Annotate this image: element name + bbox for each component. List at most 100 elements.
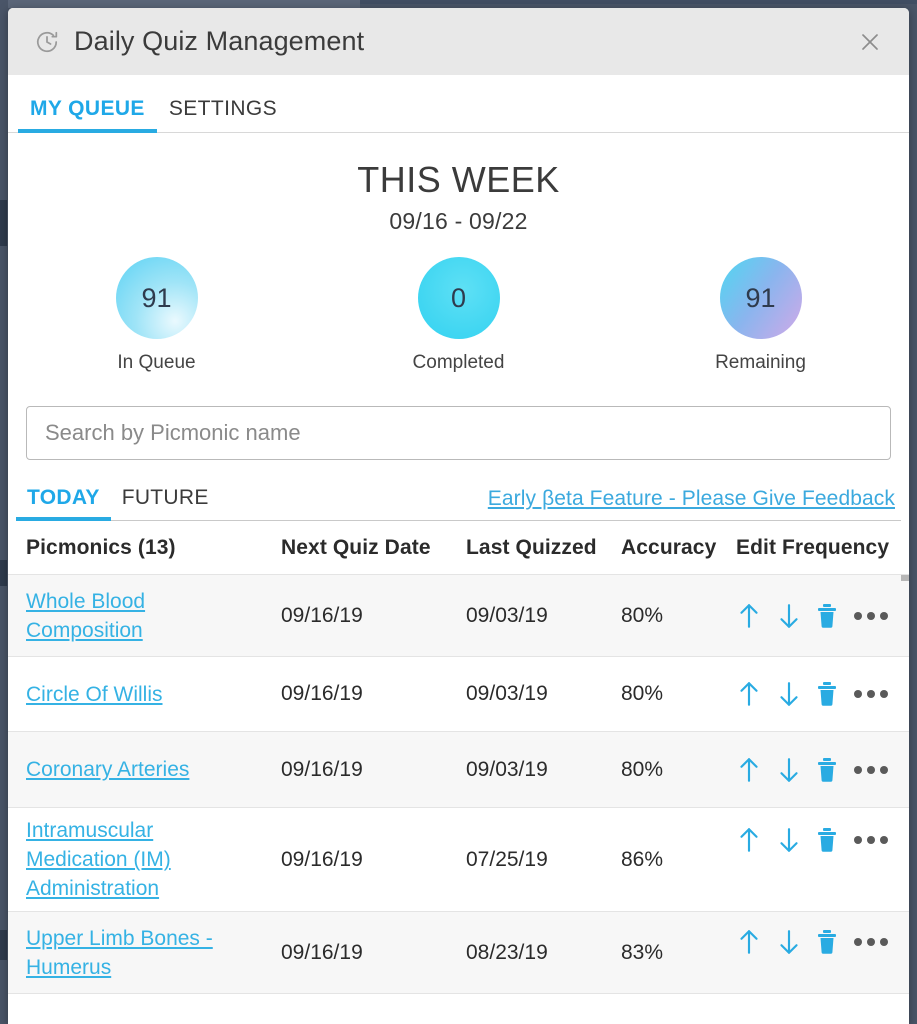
feedback-link[interactable]: Early βeta Feature - Please Give Feedbac… [488, 487, 895, 520]
cell-last-quizzed: 09/03/19 [466, 682, 548, 705]
search-input[interactable] [26, 406, 891, 460]
cell-accuracy: 80% [621, 757, 664, 781]
arrow-down-icon[interactable] [776, 602, 802, 630]
cell-edit-frequency [736, 756, 901, 784]
week-summary: THIS WEEK 09/16 - 09/22 91 In Queue 0 Co… [8, 133, 909, 374]
cell-next-quiz-date: 09/16/19 [281, 603, 363, 627]
close-icon[interactable] [853, 25, 887, 59]
cell-last-quizzed: 07/25/19 [466, 847, 548, 871]
tab-future[interactable]: FUTURE [111, 486, 220, 520]
cell-picmonic-name: Intramuscular Medication (IM) Administra… [16, 816, 281, 903]
arrow-down-icon[interactable] [776, 826, 802, 854]
more-options-icon[interactable] [852, 611, 888, 620]
backdrop-left-edge [0, 0, 8, 1024]
trash-icon[interactable] [816, 827, 838, 853]
column-header-edit-frequency: Edit Frequency [736, 535, 890, 559]
arrow-down-icon[interactable] [776, 928, 802, 956]
search-container [8, 374, 909, 460]
cell-picmonic-name: Circle Of Willis [16, 680, 281, 709]
more-options-icon[interactable] [852, 690, 888, 698]
secondary-tabs: TODAY FUTURE [16, 486, 220, 521]
more-options-icon[interactable] [852, 765, 888, 774]
cell-last-quizzed: 08/23/19 [466, 940, 548, 964]
cell-edit-frequency [736, 912, 901, 956]
row-actions [736, 602, 901, 630]
picmonic-link[interactable]: Intramuscular Medication (IM) Administra… [26, 816, 201, 903]
cell-accuracy: 80% [621, 603, 664, 627]
stat-in-queue: 91 In Queue [82, 257, 232, 374]
table-row[interactable]: Circle Of Willis 09/16/19 09/03/19 80% [8, 657, 909, 732]
picmonic-link[interactable]: Upper Limb Bones - Humerus [26, 924, 226, 982]
arrow-up-icon[interactable] [736, 680, 762, 708]
arrow-up-icon[interactable] [736, 602, 762, 630]
stat-remaining: 91 Remaining [686, 257, 836, 374]
primary-tabs: MY QUEUE SETTINGS [8, 75, 909, 133]
stat-bubble-in-queue: 91 [115, 257, 198, 339]
column-header-next-quiz-date: Next Quiz Date [281, 535, 431, 559]
cell-last-quizzed: 09/03/19 [466, 603, 548, 627]
arrow-down-icon[interactable] [776, 680, 802, 708]
modal-titlebar: Daily Quiz Management [8, 8, 909, 75]
week-heading: THIS WEEK [357, 159, 560, 200]
table-header-row: Picmonics (13) Next Quiz Date Last Quizz… [8, 521, 909, 575]
row-actions [736, 928, 901, 956]
row-actions [736, 826, 901, 854]
backdrop-artifact-1 [0, 200, 7, 246]
page-title: Daily Quiz Management [74, 26, 365, 56]
tab-today[interactable]: TODAY [16, 486, 111, 521]
cell-next-quiz-date: 09/16/19 [281, 940, 363, 964]
daily-quiz-management-modal: Daily Quiz Management MY QUEUE SETTINGS … [8, 8, 909, 1024]
table-row[interactable]: Upper Limb Bones - Humerus 09/16/19 08/2… [8, 912, 909, 994]
tab-my-queue[interactable]: MY QUEUE [18, 97, 157, 133]
tab-settings[interactable]: SETTINGS [157, 97, 289, 132]
column-header-last-quizzed: Last Quizzed [466, 535, 597, 559]
arrow-down-icon[interactable] [776, 756, 802, 784]
stat-label-in-queue: In Queue [117, 352, 196, 373]
clock-refresh-icon [34, 29, 60, 55]
more-options-icon[interactable] [852, 836, 888, 844]
cell-next-quiz-date: 09/16/19 [281, 757, 363, 781]
trash-icon[interactable] [816, 681, 838, 707]
arrow-up-icon[interactable] [736, 928, 762, 956]
stats-row: 91 In Queue 0 Completed 91 Remaining [8, 257, 909, 374]
cell-edit-frequency [736, 808, 901, 854]
arrow-up-icon[interactable] [736, 826, 762, 854]
cell-picmonic-name: Coronary Arteries [16, 755, 281, 784]
cell-picmonic-name: Upper Limb Bones - Humerus [16, 924, 281, 982]
picmonic-link[interactable]: Whole Blood Composition [26, 587, 176, 645]
stat-completed: 0 Completed [384, 257, 534, 374]
stat-bubble-remaining: 91 [719, 257, 802, 339]
column-header-accuracy: Accuracy [621, 535, 717, 559]
cell-accuracy: 80% [621, 682, 664, 705]
stat-label-remaining: Remaining [715, 352, 806, 373]
cell-last-quizzed: 09/03/19 [466, 757, 548, 781]
trash-icon[interactable] [816, 603, 838, 629]
backdrop-artifact-2 [0, 560, 7, 586]
table-scrollbar[interactable] [901, 575, 909, 581]
cell-edit-frequency [736, 680, 901, 708]
table-row[interactable]: Intramuscular Medication (IM) Administra… [8, 808, 909, 912]
row-actions [736, 756, 901, 784]
stat-bubble-completed: 0 [417, 257, 500, 339]
backdrop-artifact-3 [0, 930, 7, 960]
backdrop-strip-left [0, 0, 360, 8]
table-row[interactable]: Whole Blood Composition 09/16/19 09/03/1… [8, 575, 909, 657]
cell-picmonic-name: Whole Blood Composition [16, 587, 281, 645]
row-actions [736, 680, 901, 708]
week-date-range: 09/16 - 09/22 [389, 208, 528, 234]
cell-accuracy: 86% [621, 847, 664, 871]
arrow-up-icon[interactable] [736, 756, 762, 784]
picmonics-table: Picmonics (13) Next Quiz Date Last Quizz… [8, 521, 909, 994]
cell-accuracy: 83% [621, 940, 664, 964]
stat-label-completed: Completed [412, 352, 505, 373]
trash-icon[interactable] [816, 757, 838, 783]
table-row[interactable]: Coronary Arteries 09/16/19 09/03/19 80% [8, 732, 909, 808]
picmonic-link[interactable]: Coronary Arteries [26, 755, 189, 784]
more-options-icon[interactable] [852, 938, 888, 946]
backdrop-strip-right [360, 0, 917, 4]
picmonic-link[interactable]: Circle Of Willis [26, 680, 163, 709]
cell-next-quiz-date: 09/16/19 [281, 847, 363, 871]
trash-icon[interactable] [816, 929, 838, 955]
column-header-picmonics: Picmonics (13) [26, 535, 176, 559]
secondary-tabs-row: TODAY FUTURE Early βeta Feature - Please… [16, 486, 901, 521]
